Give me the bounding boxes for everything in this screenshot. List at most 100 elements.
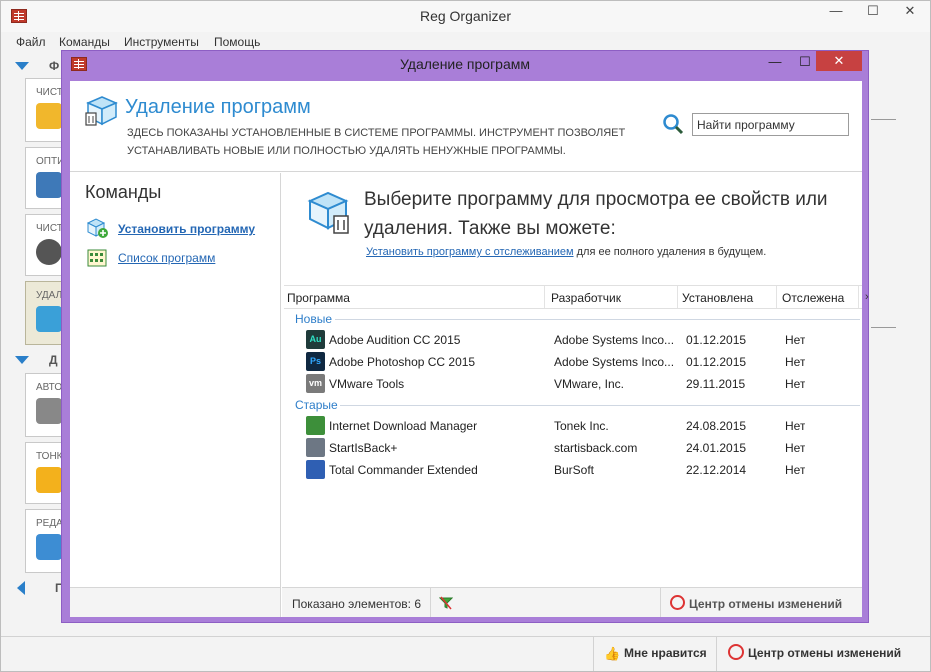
program-row[interactable]: Ps Adobe Photoshop CC 2015 Adobe Systems I… xyxy=(284,351,862,373)
menu-commands[interactable]: Команды xyxy=(59,35,110,49)
program-installed-date: 01.12.2015 xyxy=(686,333,747,347)
header-description: ЗДЕСЬ ПОКАЗАНЫ УСТАНОВЛЕННЫЕ В СИСТЕМЕ П… xyxy=(127,127,626,157)
uninstall-box-icon xyxy=(36,306,62,332)
uninstall-box-icon xyxy=(307,191,349,234)
sidebar-tool-6[interactable]: ТОНК xyxy=(25,442,65,504)
sidebar-tool-uninstall[interactable]: УДАЛ xyxy=(25,281,65,345)
sidebar-tool-3[interactable]: ЧИСТ xyxy=(25,214,65,276)
sidebar-tool-1[interactable]: ЧИСТ xyxy=(25,78,65,142)
program-developer: startisback.com xyxy=(554,441,638,455)
filter-icon[interactable] xyxy=(439,596,453,610)
scroll-right-arrow-icon[interactable]: › xyxy=(865,291,869,303)
windows-tweaks-icon xyxy=(36,467,62,493)
program-developer: Adobe Systems Inco... xyxy=(554,333,674,347)
commands-title: Команды xyxy=(85,182,162,202)
program-installed-date: 24.01.2015 xyxy=(686,441,747,455)
search-input[interactable]: Найти программу xyxy=(692,113,849,136)
search-icon xyxy=(663,114,684,135)
program-name: Internet Download Manager xyxy=(329,419,478,433)
dialog-status-bar: Показано элементов: 6 Центр отмены измен… xyxy=(282,587,862,617)
like-button[interactable]: Мне нравится xyxy=(624,646,707,660)
info-subtext: Установить программу с отслеживанием для… xyxy=(366,246,767,258)
program-tracked: Нет xyxy=(785,377,806,391)
group-label: Новые xyxy=(295,312,333,326)
close-button[interactable]: ✕ xyxy=(894,1,926,23)
main-window-title: Reg Organizer xyxy=(419,8,512,24)
thumbs-up-icon: 👍 xyxy=(604,646,621,661)
program-developer: VMware, Inc. xyxy=(554,377,625,391)
program-list-icon xyxy=(87,249,107,267)
program-row[interactable]: Internet Download Manager Tonek Inc. 24.08… xyxy=(284,415,862,437)
idm-icon xyxy=(306,416,325,435)
column-installed[interactable]: Установлена xyxy=(682,291,753,305)
program-list-header: Программа Разработчик Установлена Отслеж… xyxy=(284,285,862,309)
main-statusbar: 👍 Мне нравится Центр отмены изменений xyxy=(1,636,930,671)
startisback-icon xyxy=(306,438,325,457)
dialog-minimize-button[interactable]: — xyxy=(762,52,788,74)
undo-center-icon xyxy=(728,644,744,660)
program-developer: Tonek Inc. xyxy=(554,419,609,433)
program-row[interactable]: Au Adobe Audition CC 2015 Adobe Systems In… xyxy=(284,329,862,351)
program-list-link[interactable]: Список программ xyxy=(118,251,215,265)
uninstall-box-icon xyxy=(85,96,118,126)
dialog-body: Удаление программ ЗДЕСЬ ПОКАЗАНЫ УСТАНОВ… xyxy=(70,81,862,617)
dialog-undo-center-button[interactable]: Центр отмены изменений xyxy=(689,597,842,611)
optimizer-icon xyxy=(36,172,62,198)
uninstall-dialog: Удаление программ — ☐ ✕ Удаление програм… xyxy=(61,50,869,623)
registry-editor-icon xyxy=(36,534,62,560)
program-tracked: Нет xyxy=(785,463,806,477)
menu-help[interactable]: Помощь xyxy=(214,35,260,49)
collapse-arrow-icon xyxy=(15,62,29,70)
undo-center-icon xyxy=(670,595,685,610)
vmware-icon: vm xyxy=(306,374,325,393)
program-row[interactable]: Total Commander Extended BurSoft 22.12.201… xyxy=(284,459,862,481)
program-name: Adobe Photoshop CC 2015 xyxy=(329,355,476,369)
maximize-button[interactable]: ☐ xyxy=(858,1,888,23)
main-menubar: Файл Команды Инструменты Помощь xyxy=(1,32,930,52)
collapse-left-arrow-icon[interactable] xyxy=(17,581,25,595)
minimize-button[interactable]: — xyxy=(821,1,851,23)
program-installed-date: 29.11.2015 xyxy=(686,377,746,391)
sidebar-section-header-2[interactable]: Д xyxy=(9,350,65,368)
column-tracked[interactable]: Отслежена xyxy=(782,291,844,305)
dialog-maximize-button[interactable]: ☐ xyxy=(792,52,818,74)
sidebar-tool-5[interactable]: АВТО xyxy=(25,373,65,437)
dialog-status-left xyxy=(70,587,281,617)
audition-icon: Au xyxy=(306,330,325,349)
undo-center-button[interactable]: Центр отмены изменений xyxy=(748,646,901,660)
program-developer: BurSoft xyxy=(554,463,595,477)
group-label: Старые xyxy=(295,398,338,412)
cleaner-icon xyxy=(36,103,62,129)
program-row[interactable]: vm VMware Tools VMware, Inc. 29.11.2015 Нет xyxy=(284,373,862,395)
program-developer: Adobe Systems Inco... xyxy=(554,355,674,369)
disk-cleanup-icon xyxy=(36,239,62,265)
background-divider xyxy=(871,119,896,120)
dialog-header: Удаление программ ЗДЕСЬ ПОКАЗАНЫ УСТАНОВ… xyxy=(70,81,862,172)
group-divider xyxy=(340,405,860,406)
program-installed-date: 22.12.2014 xyxy=(686,463,747,477)
menu-file[interactable]: Файл xyxy=(16,35,46,49)
column-program[interactable]: Программа xyxy=(287,291,350,305)
group-divider xyxy=(335,319,860,320)
dialog-close-button[interactable]: ✕ xyxy=(816,51,862,71)
column-developer[interactable]: Разработчик xyxy=(551,291,621,305)
info-panel: Выберите программу для просмотра ее свой… xyxy=(282,173,862,283)
shown-count-label: Показано элементов: 6 xyxy=(292,597,421,611)
program-installed-date: 01.12.2015 xyxy=(686,355,747,369)
main-titlebar: Reg Organizer — ☐ ✕ xyxy=(1,1,930,32)
program-name: VMware Tools xyxy=(329,377,405,391)
sidebar-section-header-1[interactable]: Ф xyxy=(9,56,65,74)
program-tracked: Нет xyxy=(785,419,806,433)
dialog-title: Удаление программ xyxy=(399,56,531,72)
menu-tools[interactable]: Инструменты xyxy=(124,35,199,49)
sidebar-tool-7[interactable]: РЕДА xyxy=(25,509,65,573)
install-program-link[interactable]: Установить программу xyxy=(118,222,255,236)
program-name: Total Commander Extended xyxy=(329,463,478,477)
info-text: Выберите программу для просмотра ее свой… xyxy=(364,189,828,239)
install-with-tracking-link[interactable]: Установить программу с отслеживанием xyxy=(366,246,574,258)
sidebar-tool-2[interactable]: ОПТИ xyxy=(25,147,65,209)
autorun-icon xyxy=(36,398,62,424)
program-row[interactable]: StartIsBack+ startisback.com 24.01.2015 Нет xyxy=(284,437,862,459)
collapse-arrow-icon xyxy=(15,356,29,364)
program-installed-date: 24.08.2015 xyxy=(686,419,747,433)
